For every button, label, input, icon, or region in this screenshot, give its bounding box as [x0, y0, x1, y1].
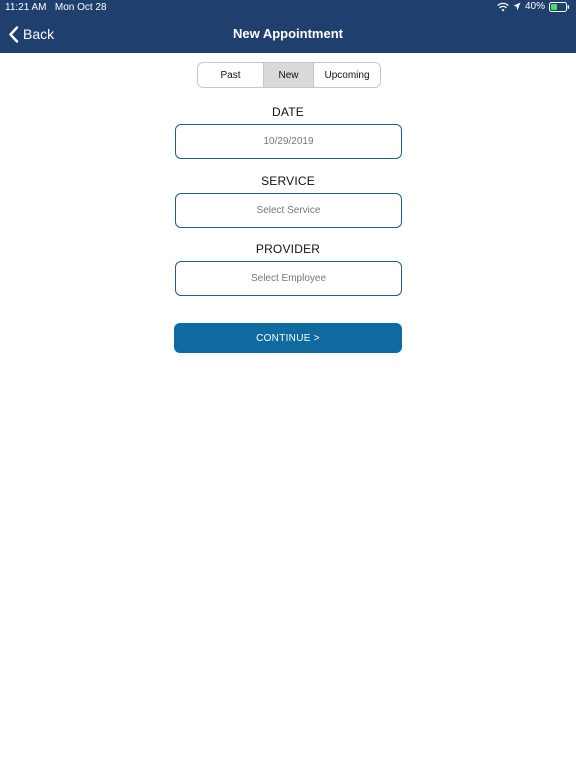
- date-value: 10/29/2019: [263, 136, 314, 147]
- page-title: New Appointment: [232, 26, 343, 41]
- provider-label: PROVIDER: [255, 242, 321, 256]
- service-placeholder: Select Service: [256, 205, 321, 216]
- status-date: Mon Oct 28: [54, 2, 107, 13]
- continue-button[interactable]: CONTINUE >: [174, 323, 402, 353]
- status-clock: 11:21 AM: [5, 2, 47, 13]
- status-time: 11:21 AM Mon Oct 28: [5, 2, 107, 13]
- segment-new[interactable]: New: [263, 63, 314, 87]
- segment-past[interactable]: Past: [198, 63, 263, 87]
- appointment-segmented-control: Past New Upcoming: [197, 62, 381, 88]
- battery-percent: 40%: [524, 1, 545, 12]
- location-icon: [513, 2, 521, 11]
- nav-header: 11:21 AM Mon Oct 28 40% Back New Appoint…: [0, 0, 576, 53]
- status-bar: 11:21 AM Mon Oct 28 40%: [0, 0, 576, 14]
- wifi-icon: [497, 2, 509, 11]
- battery-icon: [549, 1, 570, 12]
- provider-placeholder: Select Employee: [250, 273, 327, 284]
- status-indicators: 40%: [497, 1, 570, 12]
- date-label: DATE: [272, 105, 304, 119]
- service-label: SERVICE: [261, 174, 315, 188]
- provider-select[interactable]: Select Employee: [175, 261, 402, 296]
- date-field[interactable]: 10/29/2019: [175, 124, 402, 159]
- segment-upcoming[interactable]: Upcoming: [314, 63, 380, 87]
- service-select[interactable]: Select Service: [175, 193, 402, 228]
